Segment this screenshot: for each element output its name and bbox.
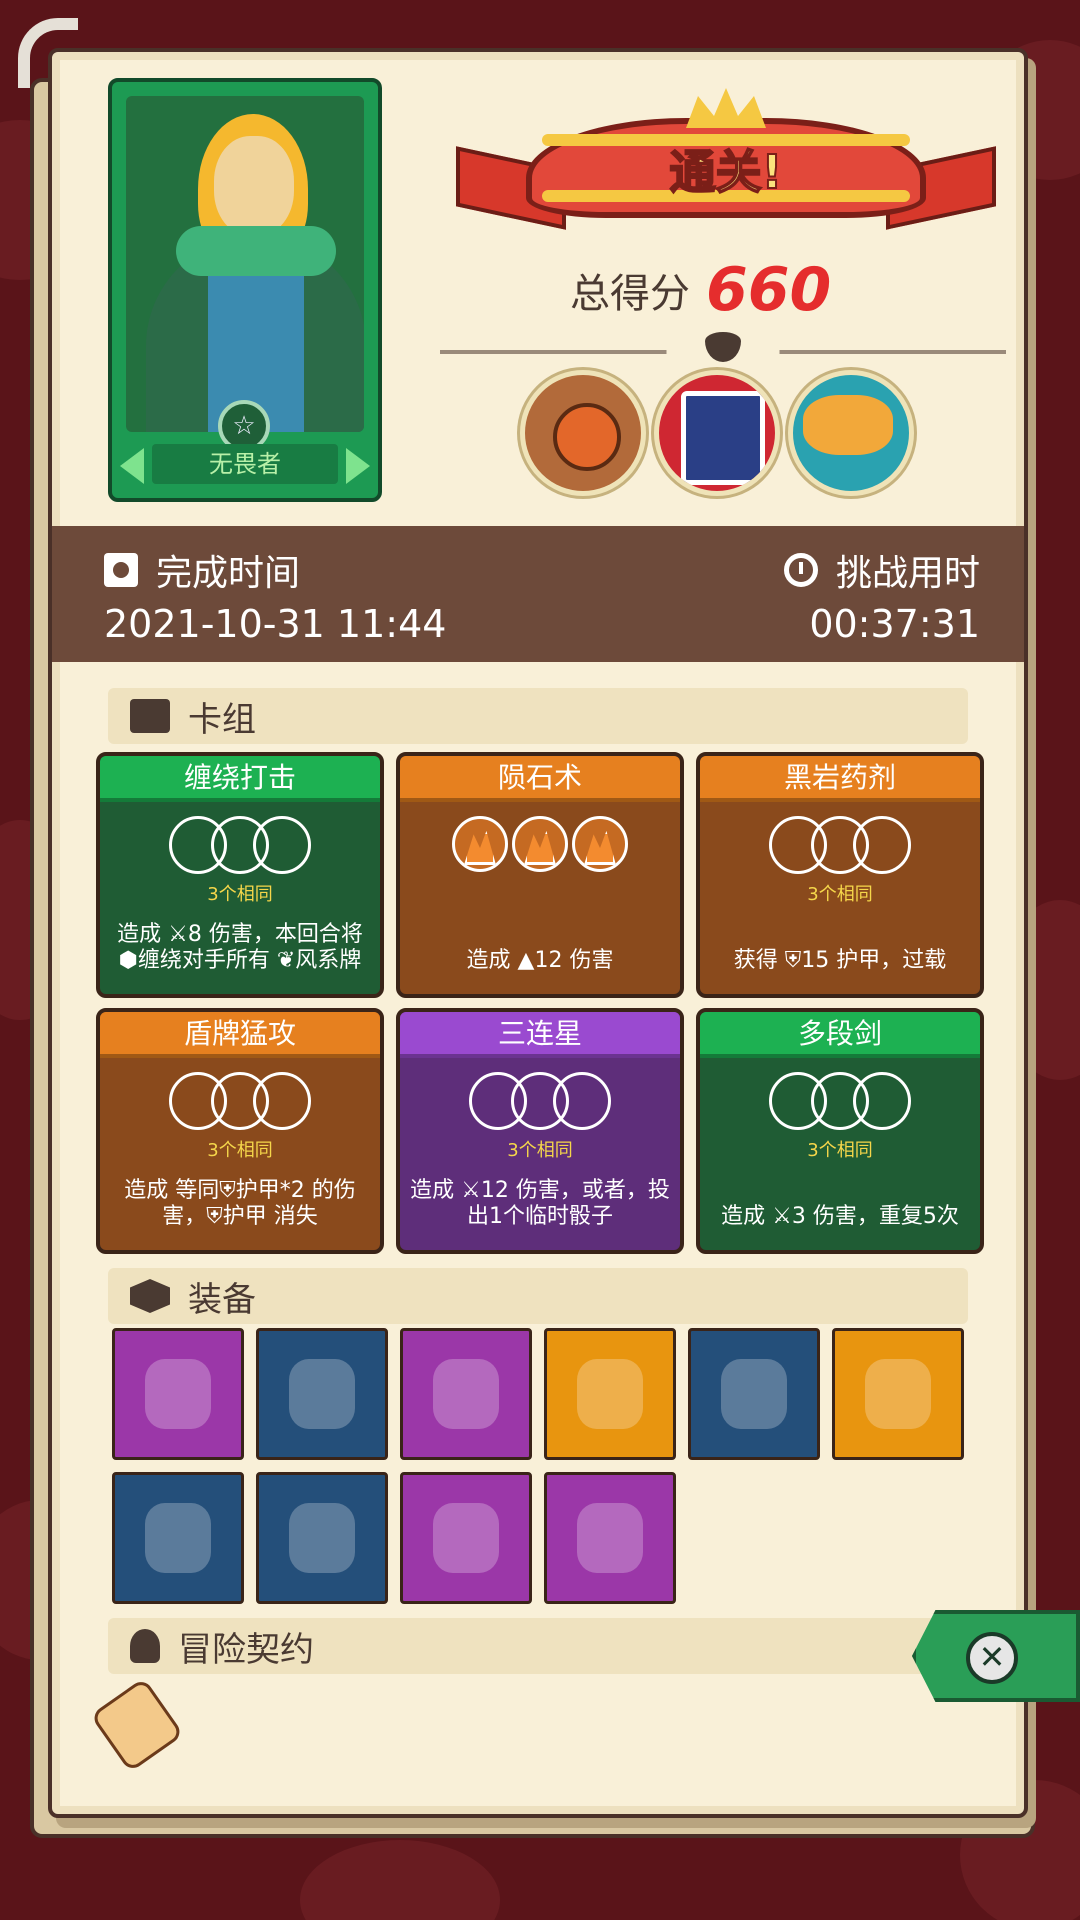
card-triple-star[interactable]: 三连星 3个相同 造成 ⚔12 伤害，或者，投出1个临时骰子 [396,1008,684,1254]
card-shield-bash[interactable]: 盾牌猛攻 3个相同 造成 等同⛨护甲*2 的伤害，⛨护甲 消失 [96,1008,384,1254]
card-description: 造成 ⚔12 伤害，或者，投出1个临时骰子 [410,1178,670,1229]
card-blackrock-potion[interactable]: 黑岩药剂 3个相同 获得 ⛨15 护甲，过载 [696,752,984,998]
card-description: 造成 等同⛨护甲*2 的伤害，⛨护甲 消失 [124,1178,356,1229]
close-button[interactable]: ✕ [912,1610,1080,1702]
card-same-count [400,878,680,900]
crown-icon [686,88,766,128]
card-title: 三连星 [400,1012,680,1058]
next-character-button[interactable] [346,448,370,484]
dragon-crest-icon[interactable] [400,1472,532,1604]
card-same-count: 3个相同 [207,1140,273,1161]
film-icon [104,553,138,587]
skull-icon[interactable] [688,1328,820,1460]
character-name: 无畏者 [152,444,338,484]
completion-time-value: 2021-10-31 11:44 [104,602,447,646]
stopwatch-icon [783,553,818,587]
card-description: 获得 ⛨15 护甲，过载 [733,948,947,973]
victory-title: 通关! [669,144,784,200]
card-description: 造成 ⚔8 伤害，本回合将⬢缠绕对手所有 ❦风系牌 [117,922,363,973]
person-icon [130,1629,160,1663]
equipment-grid [112,1328,964,1604]
defeated-bosses [520,370,914,496]
claw-icon[interactable] [400,1328,532,1460]
score-value: 660 [706,255,832,325]
equipment-section-header: 装备 [108,1268,968,1324]
card-same-count: 3个相同 [507,1140,573,1161]
deck-heading: 卡组 [188,699,256,740]
card-entangle-strike[interactable]: 缠绕打击 3个相同 造成 ⚔8 伤害，本回合将⬢缠绕对手所有 ❦风系牌 [96,752,384,998]
close-icon: ✕ [966,1632,1018,1684]
cage-boss-icon[interactable] [654,370,780,496]
leaf-ring-icon[interactable] [256,1328,388,1460]
card-title: 盾牌猛攻 [100,1012,380,1058]
cards-icon [130,699,170,733]
glove-icon[interactable] [544,1472,676,1604]
card-title: 多段剑 [700,1012,980,1058]
deck-section-header: 卡组 [108,688,968,744]
challenge-time-label: 挑战用时 [835,553,980,594]
mirror-icon[interactable] [112,1328,244,1460]
divider [440,332,1006,362]
contract-section-header: 冒险契约 [108,1618,968,1674]
card-description: 造成 ⚔3 伤害，重复5次 [721,1204,959,1229]
deck-grid: 缠绕打击 3个相同 造成 ⚔8 伤害，本回合将⬢缠绕对手所有 ❦风系牌 陨石术 … [96,752,986,1254]
card-title: 缠绕打击 [100,756,380,802]
card-meteor[interactable]: 陨石术 造成 ▲12 伤害 [396,752,684,998]
jar-icon[interactable] [544,1328,676,1460]
card-description: 造成 ▲12 伤害 [466,948,614,973]
completion-time-label: 完成时间 [156,553,301,594]
contract-heading: 冒险契约 [178,1629,314,1670]
card-same-count: 3个相同 [807,1140,873,1161]
tentacle-hood-icon[interactable] [112,1472,244,1604]
character-art [126,96,364,432]
previous-character-button[interactable] [120,448,144,484]
cyclops-boss-icon[interactable] [520,370,646,496]
challenge-time-value: 00:37:31 [809,602,980,646]
character-card[interactable]: ☆ 无畏者 [108,78,382,502]
score-label: 总得分 [570,271,690,317]
card-title: 陨石术 [400,756,680,802]
card-same-count: 3个相同 [807,884,873,905]
victory-banner: 通关! [456,88,996,248]
time-bar: 完成时间 挑战用时 2021-10-31 11:44 00:37:31 [52,526,1024,662]
card-title: 黑岩药剂 [700,756,980,802]
compass-emblem-icon[interactable] [256,1472,388,1604]
vase-icon[interactable] [832,1328,964,1460]
equipment-heading: 装备 [188,1279,256,1320]
cube-icon [130,1279,170,1313]
card-same-count: 3个相同 [207,884,273,905]
card-multi-sword[interactable]: 多段剑 3个相同 造成 ⚔3 伤害，重复5次 [696,1008,984,1254]
total-score: 总得分 660 [570,255,832,325]
fish-boss-icon[interactable] [788,370,914,496]
